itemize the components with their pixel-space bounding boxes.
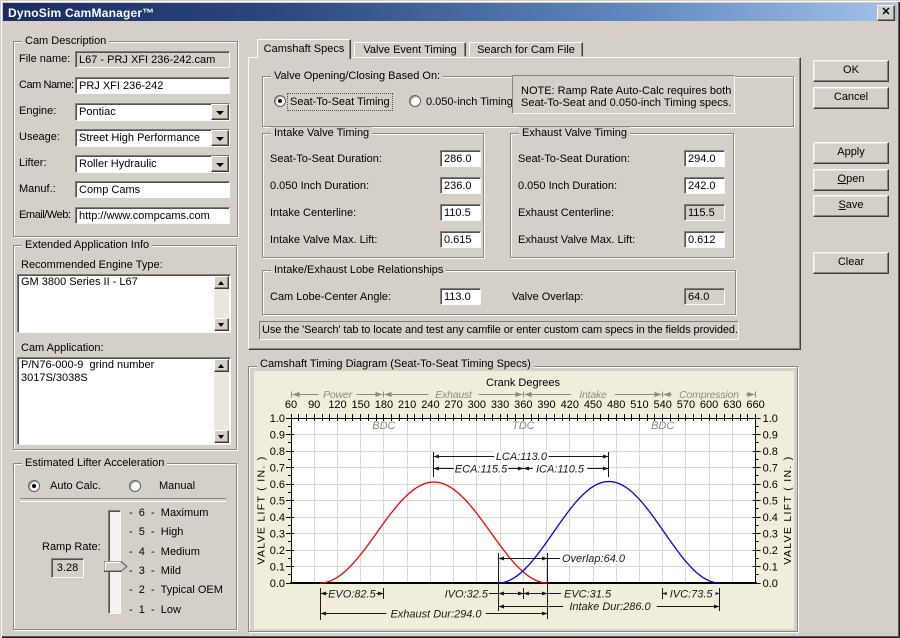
svg-text:660: 660 <box>746 399 764 411</box>
svg-text:Compression: Compression <box>679 389 739 401</box>
svg-text:0.4: 0.4 <box>270 512 285 524</box>
svg-text:0.8: 0.8 <box>270 446 285 458</box>
svg-text:150: 150 <box>352 399 370 411</box>
svg-text:0.3: 0.3 <box>763 529 778 541</box>
svg-text:330: 330 <box>491 399 509 411</box>
svg-text:0.1: 0.1 <box>763 562 778 574</box>
svg-text:0.9: 0.9 <box>763 430 778 442</box>
svg-text:Exhaust: Exhaust <box>435 389 473 401</box>
svg-text:60: 60 <box>285 399 297 411</box>
svg-text:ICA:110.5: ICA:110.5 <box>536 464 585 476</box>
svg-text:0.5: 0.5 <box>763 496 778 508</box>
svg-text:0.2: 0.2 <box>763 545 778 557</box>
svg-text:390: 390 <box>537 399 555 411</box>
svg-text:420: 420 <box>561 399 579 411</box>
svg-text:1.0: 1.0 <box>763 413 778 425</box>
svg-text:Exhaust Dur:294.0: Exhaust Dur:294.0 <box>390 609 482 621</box>
svg-text:LCA:113.0: LCA:113.0 <box>496 451 548 463</box>
svg-text:480: 480 <box>607 399 625 411</box>
svg-text:180: 180 <box>375 399 393 411</box>
svg-text:0.0: 0.0 <box>763 578 778 590</box>
svg-text:0.6: 0.6 <box>763 479 778 491</box>
svg-text:0.4: 0.4 <box>763 512 778 524</box>
svg-text:VALVE LIFT ( IN. ): VALVE LIFT ( IN. ) <box>782 455 794 564</box>
svg-text:Overlap:64.0: Overlap:64.0 <box>562 553 626 565</box>
svg-text:0.9: 0.9 <box>270 430 285 442</box>
svg-text:0.5: 0.5 <box>270 496 285 508</box>
svg-text:0.2: 0.2 <box>270 545 285 557</box>
svg-text:1.0: 1.0 <box>270 413 285 425</box>
svg-text:VALVE LIFT ( IN. ): VALVE LIFT ( IN. ) <box>256 455 268 564</box>
svg-text:0.1: 0.1 <box>270 562 285 574</box>
svg-text:0.8: 0.8 <box>763 446 778 458</box>
svg-text:IVC:73.5: IVC:73.5 <box>670 589 714 601</box>
svg-text:0.7: 0.7 <box>763 463 778 475</box>
svg-text:BDC: BDC <box>372 420 395 432</box>
svg-text:ECA:115.5: ECA:115.5 <box>455 464 508 476</box>
svg-text:0.3: 0.3 <box>270 529 285 541</box>
svg-text:90: 90 <box>308 399 320 411</box>
svg-text:0.7: 0.7 <box>270 463 285 475</box>
svg-text:IVO:32.5: IVO:32.5 <box>445 589 489 601</box>
svg-text:Intake: Intake <box>579 389 607 401</box>
svg-text:TDC: TDC <box>512 420 535 432</box>
svg-text:Intake Dur:286.0: Intake Dur:286.0 <box>569 601 651 613</box>
svg-text:BDC: BDC <box>651 420 674 432</box>
svg-text:540: 540 <box>654 399 672 411</box>
svg-text:360: 360 <box>514 399 532 411</box>
svg-text:Power: Power <box>323 389 352 401</box>
svg-text:EVC:31.5: EVC:31.5 <box>564 589 612 601</box>
svg-text:0.0: 0.0 <box>270 578 285 590</box>
svg-text:0.6: 0.6 <box>270 479 285 491</box>
svg-text:510: 510 <box>630 399 648 411</box>
svg-text:Crank Degrees: Crank Degrees <box>486 377 560 389</box>
svg-text:EVO:82.5: EVO:82.5 <box>328 589 377 601</box>
svg-text:210: 210 <box>398 399 416 411</box>
